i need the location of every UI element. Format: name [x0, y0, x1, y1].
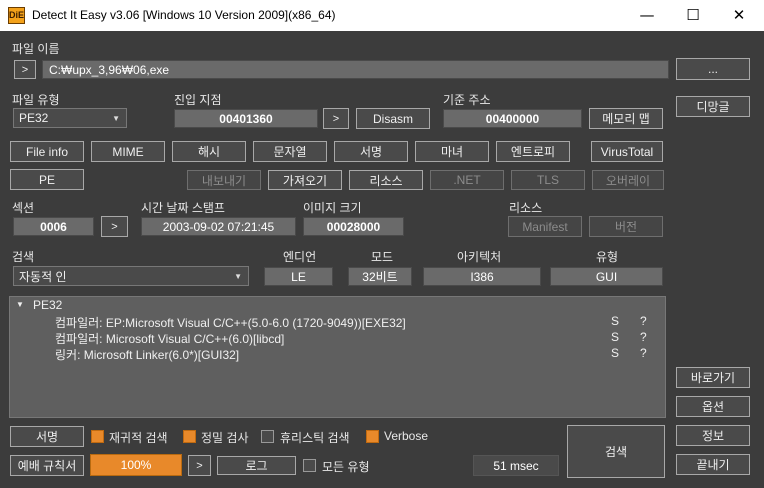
list-item[interactable]: 컴파일러: EP:Microsoft Visual C/C++(5.0-6.0 …: [10, 314, 665, 330]
disasm-button[interactable]: Disasm: [356, 108, 430, 129]
elapsed-time-value: 51 msec: [473, 455, 559, 476]
mode-value: 32비트: [348, 267, 412, 286]
browse-button[interactable]: ...: [676, 58, 750, 80]
heuristic-scan-checkbox[interactable]: [261, 430, 274, 443]
import-button[interactable]: 가져오기: [268, 170, 342, 190]
scan-mode-value: 자동적 인: [19, 269, 67, 284]
shortcuts-button[interactable]: 바로가기: [676, 367, 750, 388]
recursive-scan-label: 재귀적 검색: [109, 431, 168, 445]
architecture-value: I386: [423, 267, 541, 286]
options-button[interactable]: 옵션: [676, 396, 750, 417]
image-size-label: 이미지 크기: [303, 201, 362, 215]
result-info[interactable]: ?: [640, 330, 647, 344]
architecture-label: 아키텍처: [457, 250, 502, 264]
scan-results-tree[interactable]: ▼ PE32 컴파일러: EP:Microsoft Visual C/C++(5…: [9, 296, 666, 418]
result-s: S: [611, 314, 620, 328]
close-icon[interactable]: ✕: [716, 0, 762, 31]
dotnet-button[interactable]: .NET: [430, 170, 504, 190]
virustotal-button[interactable]: VirusTotal: [591, 141, 663, 162]
result-info[interactable]: ?: [640, 314, 647, 328]
resources-label: 리소스: [509, 201, 543, 215]
tls-button[interactable]: TLS: [511, 170, 585, 190]
app-logo-icon: DiE: [8, 7, 25, 24]
list-item[interactable]: 컴파일러: Microsoft Visual C/C++(6.0)[libcd]…: [10, 330, 665, 346]
result-info[interactable]: ?: [640, 346, 647, 360]
open-file-button[interactable]: >: [14, 60, 36, 79]
file-path-field[interactable]: C:₩upx_3,96₩06,exe: [42, 60, 669, 79]
minimize-icon[interactable]: —: [624, 0, 670, 31]
resources-button[interactable]: 리소스: [349, 170, 423, 190]
scan-mode-select[interactable]: 자동적 인 ▼: [13, 266, 249, 286]
result-text: 컴파일러: Microsoft Visual C/C++(6.0)[libcd]: [55, 332, 285, 346]
log-button[interactable]: 로그: [217, 456, 296, 475]
maximize-icon[interactable]: ☐: [670, 0, 716, 31]
type-label: 유형: [596, 250, 619, 264]
scan-label: 검색: [12, 250, 35, 264]
all-types-checkbox[interactable]: [303, 459, 316, 472]
timestamp-value: 2003-09-02 07:21:45: [141, 217, 296, 236]
section-label: 섹션: [12, 201, 35, 215]
mode-label: 모드: [371, 250, 394, 264]
verbose-label: Verbose: [384, 429, 429, 443]
section-count-value: 0006: [13, 217, 94, 236]
overlay-button[interactable]: 오버레이: [592, 170, 664, 190]
pe-button[interactable]: PE: [10, 169, 84, 190]
result-text: 컴파일러: EP:Microsoft Visual C/C++(5.0-6.0 …: [55, 316, 406, 330]
recursive-scan-checkbox[interactable]: [91, 430, 104, 443]
image-size-value: 00028000: [303, 217, 404, 236]
base-address-label: 기준 주소: [443, 93, 491, 107]
entry-point-goto-button[interactable]: >: [323, 108, 349, 129]
strings-button[interactable]: 문자열: [253, 141, 327, 162]
type-value: GUI: [550, 267, 663, 286]
all-types-label: 모든 유형: [322, 460, 370, 474]
window-title: Detect It Easy v3.06 [Windows 10 Version…: [32, 8, 336, 22]
list-item[interactable]: 링커: Microsoft Linker(6.0*)[GUI32] S ?: [10, 346, 665, 362]
chevron-down-icon: ▼: [234, 272, 242, 281]
timestamp-label: 시간 날짜 스탬프: [141, 201, 225, 215]
exit-button[interactable]: 끝내기: [676, 454, 750, 475]
entry-point-value: 00401360: [174, 109, 318, 128]
file-name-label: 파일 이름: [12, 42, 60, 56]
hash-button[interactable]: 해시: [172, 141, 246, 162]
endian-label: 엔디언: [283, 250, 317, 264]
section-goto-button[interactable]: >: [101, 216, 128, 237]
about-button[interactable]: 정보: [676, 425, 750, 446]
chevron-down-icon: ▼: [112, 114, 120, 123]
mime-button[interactable]: MIME: [91, 141, 165, 162]
tree-root-label: PE32: [33, 298, 63, 312]
manifest-button[interactable]: Manifest: [508, 216, 582, 237]
scan-button[interactable]: 검색: [567, 425, 665, 478]
endian-value: LE: [264, 267, 333, 286]
file-type-value: PE32: [19, 111, 49, 125]
entropy-button[interactable]: 엔트로피: [496, 141, 570, 162]
scan-progress-bar: 100%: [90, 454, 182, 476]
signature-button[interactable]: 서명: [334, 141, 408, 162]
result-text: 링커: Microsoft Linker(6.0*)[GUI32]: [55, 348, 240, 362]
result-s: S: [611, 330, 620, 344]
rules-button[interactable]: 예배 규칙서: [10, 455, 84, 476]
file-type-label: 파일 유형: [12, 93, 60, 107]
progress-next-button[interactable]: >: [188, 455, 211, 476]
verbose-checkbox[interactable]: [366, 430, 379, 443]
demangle-button[interactable]: 디망글: [676, 96, 750, 117]
result-s: S: [611, 346, 620, 360]
tree-root-row[interactable]: ▼ PE32: [10, 298, 665, 314]
memory-map-button[interactable]: 메모리 맵: [589, 108, 663, 129]
witch-button[interactable]: 마녀: [415, 141, 489, 162]
entry-point-label: 진입 지점: [174, 93, 222, 107]
file-info-button[interactable]: File info: [10, 141, 84, 162]
expand-arrow-icon[interactable]: ▼: [16, 300, 24, 309]
deep-scan-checkbox[interactable]: [183, 430, 196, 443]
title-bar: DiE Detect It Easy v3.06 [Windows 10 Ver…: [0, 0, 764, 31]
export-button[interactable]: 내보내기: [187, 170, 261, 190]
file-type-select[interactable]: PE32 ▼: [13, 108, 127, 128]
deep-scan-label: 정밀 검사: [201, 431, 249, 445]
version-button[interactable]: 버전: [589, 216, 663, 237]
signatures-button[interactable]: 서명: [10, 426, 84, 447]
base-address-value: 00400000: [443, 109, 582, 128]
heuristic-scan-label: 휴리스틱 검색: [280, 431, 350, 445]
